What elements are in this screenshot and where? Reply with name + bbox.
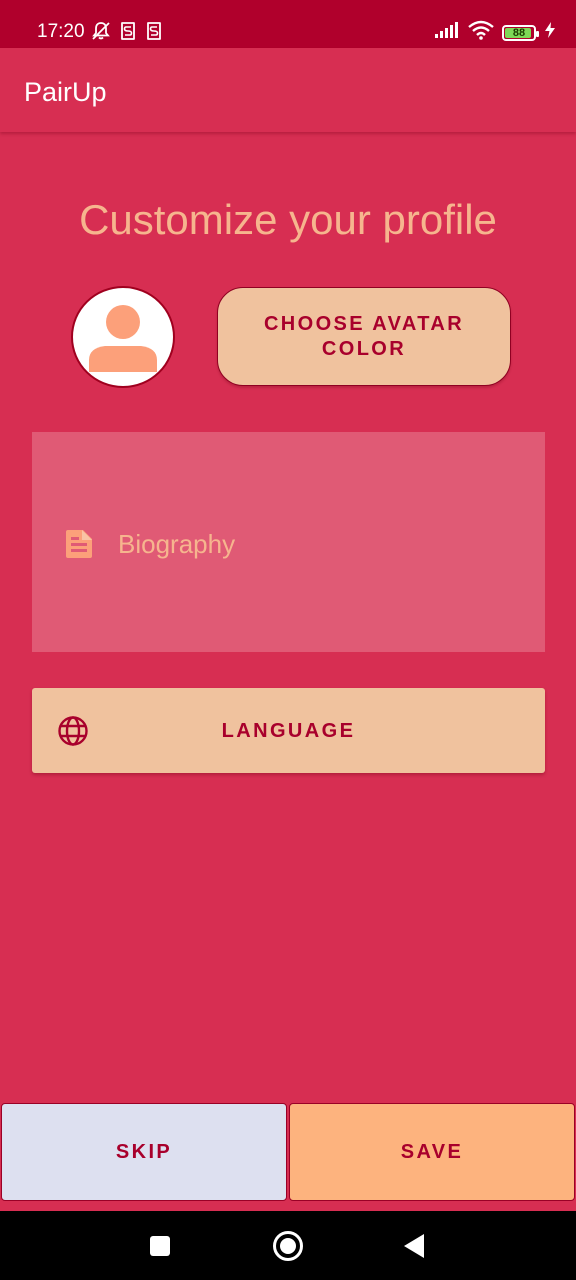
status-system-icons: 88 xyxy=(434,20,556,45)
home-circle-icon xyxy=(273,1230,303,1261)
charging-bolt-icon xyxy=(544,21,556,44)
app-bar: PairUp xyxy=(0,48,576,132)
navigation-bar xyxy=(0,1211,576,1280)
battery-icon: 88 xyxy=(502,24,539,41)
biography-field[interactable]: Biography xyxy=(32,432,545,652)
bell-off-icon xyxy=(91,21,111,46)
signal-icon xyxy=(434,21,460,44)
language-button[interactable]: LANGUAGE xyxy=(32,688,545,773)
status-bar: 17:20 88 xyxy=(0,0,576,48)
page-title: Customize your profile xyxy=(79,196,497,243)
save-button[interactable]: SAVE xyxy=(289,1103,575,1201)
choose-avatar-color-button[interactable]: CHOOSE AVATAR COLOR xyxy=(217,287,511,386)
wifi-icon xyxy=(468,20,494,45)
notification-s-icon xyxy=(119,21,137,46)
notification-s-icon xyxy=(145,21,163,46)
back-triangle-icon xyxy=(404,1233,424,1258)
biography-placeholder: Biography xyxy=(118,529,236,559)
avatar[interactable] xyxy=(71,286,175,388)
home-button[interactable] xyxy=(258,1211,318,1280)
back-button[interactable] xyxy=(384,1211,444,1280)
status-notification-icons xyxy=(91,21,163,46)
document-icon xyxy=(65,529,93,564)
status-time: 17:20 xyxy=(37,21,85,42)
person-icon xyxy=(89,305,157,372)
skip-button[interactable]: SKIP xyxy=(1,1103,287,1201)
app-title: PairUp xyxy=(24,77,107,107)
recents-button[interactable] xyxy=(130,1211,190,1280)
battery-level-text: 88 xyxy=(512,26,526,39)
recents-square-icon xyxy=(150,1235,170,1256)
language-label: LANGUAGE xyxy=(221,720,356,742)
